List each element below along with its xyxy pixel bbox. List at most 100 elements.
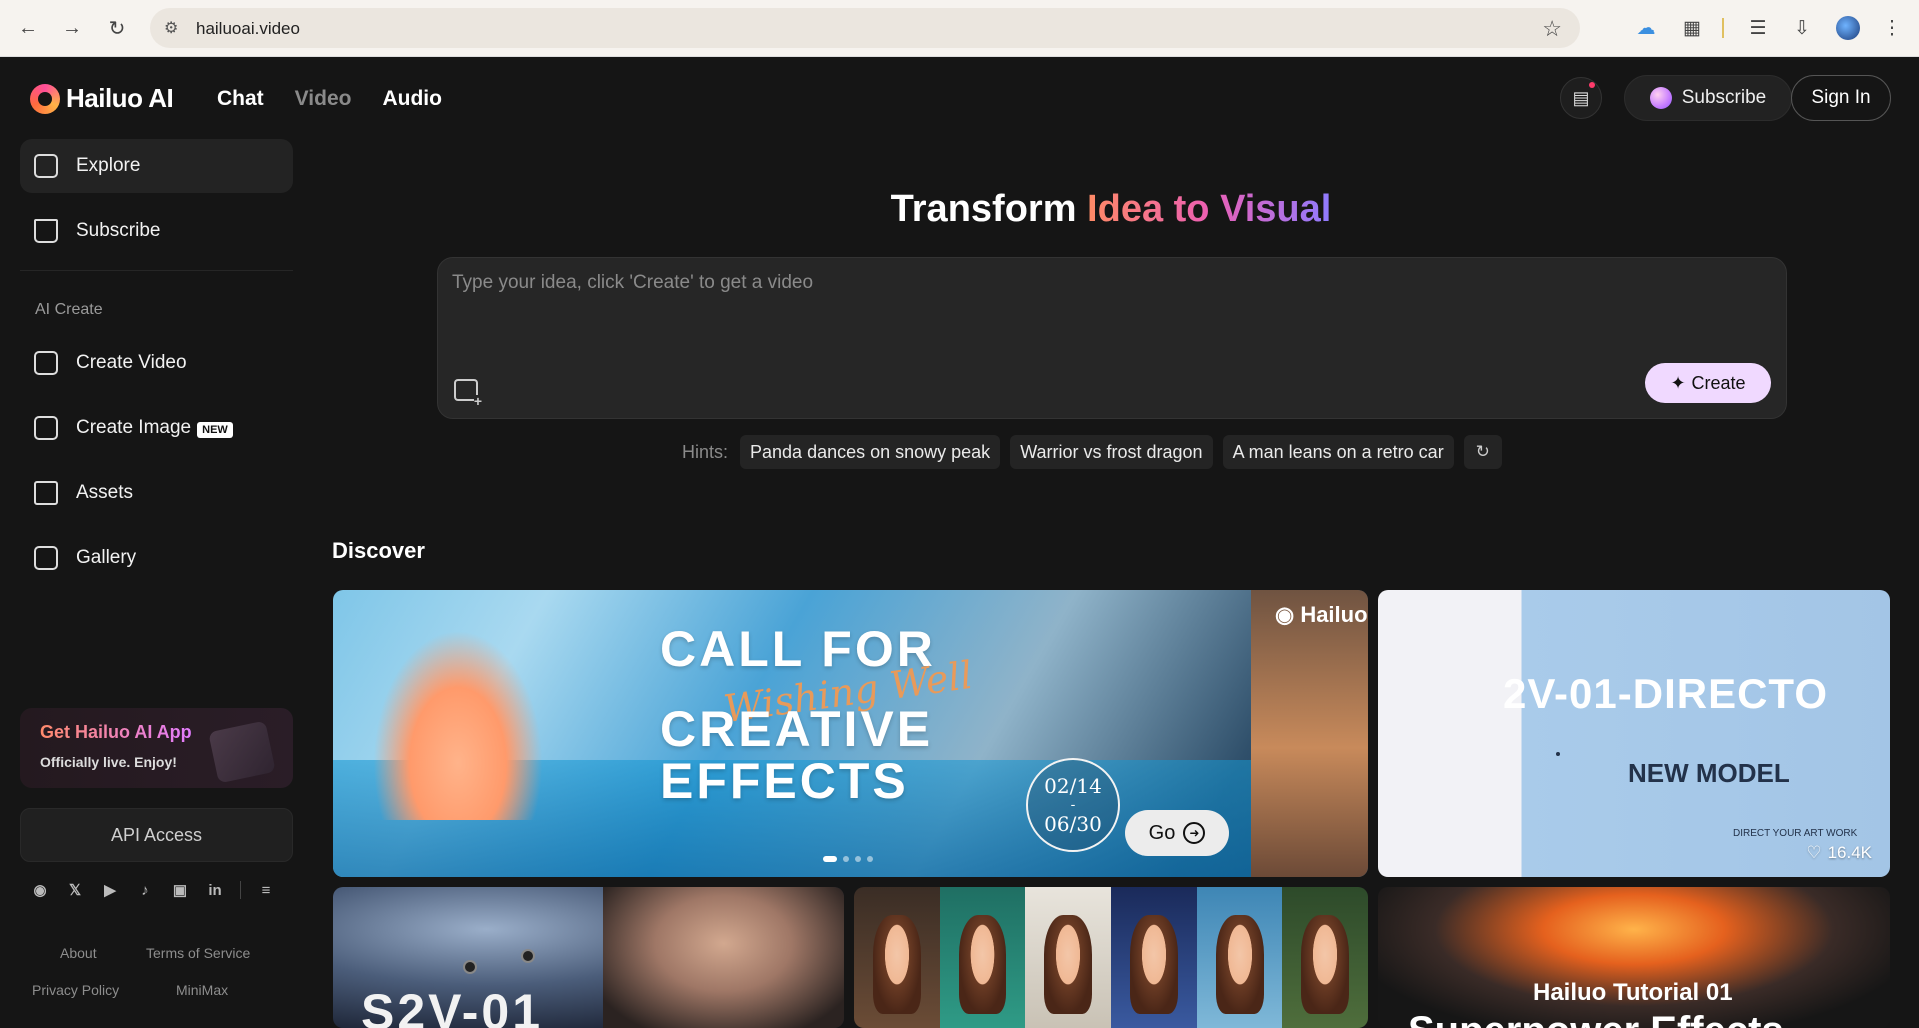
sidebar-item-create-video[interactable]: Create Video [20, 336, 293, 390]
refresh-hints-icon[interactable]: ↻ [1463, 435, 1502, 469]
video-card-director[interactable]: 2V-01-DIRECTO NEW MODEL DIRECT YOUR ART … [1378, 590, 1890, 877]
bullet-hole [521, 949, 535, 963]
browser-toolbar: ← → ↻ ⚙ hailuoai.video ☆ ☁ ▦ ☰ ⇩ ⋮ [0, 0, 1919, 57]
nav-video[interactable]: Video [295, 87, 352, 111]
character-frame [1282, 887, 1368, 1028]
character-frame [939, 887, 1026, 1028]
download-icon[interactable]: ⇩ [1788, 14, 1816, 42]
about-link[interactable]: About [60, 945, 97, 961]
go-button[interactable]: Go ➜ [1125, 810, 1229, 856]
arrow-right-icon: ➜ [1183, 822, 1206, 844]
sidebar-item-label: Create Video [76, 352, 187, 373]
card-decoration [1556, 752, 1560, 756]
video-card-s2v[interactable]: S2V-01 [333, 887, 844, 1028]
like-count[interactable]: ♡ 16.4K [1806, 843, 1872, 863]
minimax-link[interactable]: MiniMax [176, 982, 228, 998]
prompt-input[interactable] [452, 272, 1752, 332]
director-subtitle: NEW MODEL [1628, 758, 1790, 788]
like-count-value: 16.4K [1827, 843, 1872, 862]
top-nav: Chat Video Audio [217, 87, 442, 111]
image-plus-icon [34, 416, 58, 440]
go-label: Go [1148, 821, 1176, 844]
featured-banner[interactable]: CALL FOR Wishing Well CREATIVE EFFECTS 0… [333, 590, 1368, 877]
linkedin-icon[interactable]: in [205, 880, 225, 900]
profile-avatar-icon[interactable] [1834, 14, 1862, 42]
promo-title: Get Hailuo AI App [40, 722, 192, 742]
tiktok-icon[interactable]: ♪ [135, 880, 155, 900]
tutorial-subtitle: Superpower Effects [1408, 1009, 1784, 1028]
site-info-icon[interactable]: ⚙ [164, 18, 178, 38]
notification-dot [1589, 82, 1595, 88]
x-icon[interactable]: 𝕏 [65, 880, 85, 900]
header-subscribe-button[interactable]: Subscribe [1624, 75, 1792, 121]
hint-chip[interactable]: Warrior vs frost dragon [1010, 435, 1213, 469]
address-bar[interactable]: ⚙ hailuoai.video ☆ [150, 8, 1580, 48]
social-links: ◉ 𝕏 ▶ ♪ ▣ in ≡ [30, 880, 276, 900]
forward-icon[interactable]: → [58, 14, 86, 42]
pager-dot[interactable] [823, 856, 837, 862]
hint-chip[interactable]: Panda dances on snowy peak [740, 435, 1001, 469]
create-button[interactable]: ✦ Create [1645, 363, 1771, 403]
get-app-promo[interactable]: Get Hailuo AI App Officially live. Enjoy… [20, 708, 293, 788]
hero-highlight: Idea to Visual [1087, 188, 1332, 230]
nav-chat[interactable]: Chat [217, 87, 264, 111]
pager-dot[interactable] [855, 856, 861, 862]
instagram-icon[interactable]: ▣ [170, 880, 190, 900]
character-frame [1025, 887, 1112, 1028]
sidebar-item-label: Explore [76, 155, 141, 176]
character-frame [1196, 887, 1283, 1028]
carousel-pager [823, 856, 873, 862]
video-card-character-strip[interactable] [854, 887, 1368, 1028]
calendar-icon [34, 154, 58, 178]
privacy-link[interactable]: Privacy Policy [32, 982, 119, 998]
sidebar-item-explore[interactable]: Explore [20, 139, 293, 193]
pager-dot[interactable] [843, 856, 849, 862]
tutorial-title: Hailuo Tutorial 01 [1533, 979, 1733, 1006]
toolbar-divider [1722, 18, 1724, 38]
promo-subtitle: Officially live. Enjoy! [40, 754, 177, 770]
banner-line-3: EFFECTS [660, 753, 909, 809]
api-access-button[interactable]: API Access [20, 808, 293, 862]
new-badge: NEW [197, 422, 233, 438]
media-queue-icon[interactable]: ☰ [1744, 14, 1772, 42]
video-card-tutorial[interactable]: Hailuo Tutorial 01 Superpower Effects [1378, 887, 1890, 1028]
extensions-puzzle-icon[interactable]: ▦ [1678, 14, 1706, 42]
sidebar-item-create-image[interactable]: Create Image NEW [20, 401, 293, 455]
terms-link[interactable]: Terms of Service [146, 945, 250, 961]
browser-menu-icon[interactable]: ⋮ [1878, 14, 1906, 42]
more-icon[interactable]: ≡ [256, 880, 276, 900]
nav-audio[interactable]: Audio [382, 87, 441, 111]
sidebar-item-label: Assets [76, 482, 134, 503]
portrait-image [603, 887, 844, 1028]
sidebar: Explore Subscribe AI Create Create Video… [0, 139, 308, 1028]
sidebar-section-title: AI Create [35, 301, 103, 318]
date-range-badge: 02/14 - 06/30 [1026, 758, 1120, 852]
sign-in-button[interactable]: Sign In [1791, 75, 1891, 121]
bullet-hole [463, 960, 477, 974]
back-icon[interactable]: ← [14, 14, 42, 42]
book-icon: ▤ [1572, 87, 1590, 108]
hint-chip[interactable]: A man leans on a retro car [1222, 435, 1454, 469]
reload-icon[interactable]: ↻ [103, 14, 131, 42]
sidebar-item-assets[interactable]: Assets [20, 466, 293, 520]
hailuo-logo-icon [30, 83, 60, 114]
s2v-title: S2V-01 [361, 984, 544, 1028]
pager-dot[interactable] [867, 856, 873, 862]
bookmark-star-icon[interactable]: ☆ [1542, 16, 1562, 42]
youtube-icon[interactable]: ▶ [100, 880, 120, 900]
hailuo-logo[interactable]: Hailuo AI [30, 83, 174, 114]
logo-text: Hailuo AI [66, 83, 174, 113]
sidebar-item-label: Gallery [76, 547, 137, 568]
notification-button[interactable]: ▤ [1560, 77, 1602, 119]
director-title: 2V-01-DIRECTO [1503, 670, 1828, 717]
director-tag: DIRECT YOUR ART WORK [1733, 828, 1858, 839]
url-text: hailuoai.video [196, 19, 300, 38]
cloud-extension-icon[interactable]: ☁ [1632, 14, 1660, 42]
phone-illustration [208, 720, 276, 784]
sidebar-item-gallery[interactable]: Gallery [20, 531, 293, 585]
next-banner-preview[interactable]: ◉ Hailuo [1251, 590, 1368, 877]
subscribe-label: Subscribe [1681, 87, 1767, 108]
image-upload-icon[interactable] [454, 379, 482, 407]
date-end: 06/30 [1044, 812, 1102, 836]
discord-icon[interactable]: ◉ [30, 880, 50, 900]
